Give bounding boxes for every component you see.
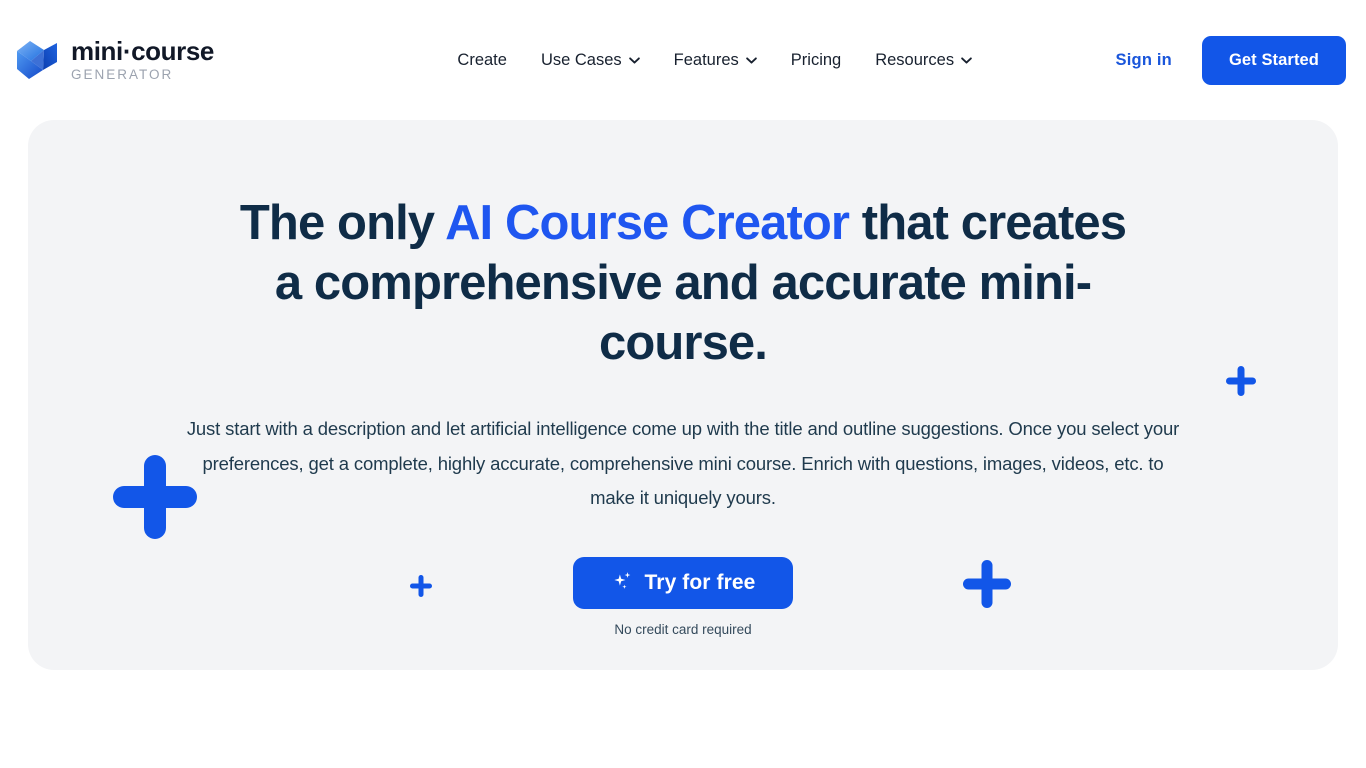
- brand-tagline: GENERATOR: [71, 67, 174, 83]
- page-title-accent: AI Course Creator: [445, 196, 850, 250]
- chevron-down-icon: [961, 56, 972, 64]
- plus-decoration-small-far-right: [1226, 366, 1256, 396]
- sparkle-icon: [613, 572, 630, 589]
- plus-decoration-tiny-bottom-left: [410, 575, 432, 597]
- nav-label: Create: [457, 50, 507, 69]
- nav-label: Use Cases: [540, 50, 622, 69]
- nav-item-create[interactable]: Create: [457, 45, 507, 76]
- sign-in-link[interactable]: Sign in: [1116, 51, 1172, 70]
- nav-item-resources[interactable]: Resources: [875, 45, 972, 76]
- chevron-down-icon: [745, 56, 757, 64]
- brand-name: mini·course: [71, 36, 214, 67]
- hero-subtitle: Just start with a description and let ar…: [186, 418, 1180, 508]
- try-for-free-button[interactable]: Try for free: [573, 556, 793, 609]
- get-started-button[interactable]: Get Started: [1201, 35, 1346, 85]
- hero-section: The only AI Course Creator that creates …: [0, 120, 1366, 670]
- nav-label: Resources: [875, 50, 955, 69]
- page-title-part1: The only: [239, 196, 446, 250]
- page-title: The only AI Course Creator that creates …: [233, 193, 1133, 373]
- plus-decoration-medium-right: [963, 560, 1011, 608]
- minicourse-logo-icon: [14, 38, 60, 82]
- nav-item-features[interactable]: Features: [674, 45, 757, 76]
- site-header: mini·course GENERATOR Create Use Cases F…: [0, 0, 1366, 120]
- hero-cta-block: Try for free No credit card required: [573, 556, 793, 637]
- header-actions: Sign in Get Started: [1116, 35, 1346, 85]
- cta-note: No credit card required: [614, 621, 752, 637]
- chevron-down-icon: [628, 56, 640, 64]
- nav-label: Features: [673, 50, 739, 69]
- try-for-free-label: Try for free: [644, 570, 756, 594]
- nav-item-pricing[interactable]: Pricing: [791, 45, 841, 76]
- hero-card: The only AI Course Creator that creates …: [28, 120, 1338, 670]
- main-navigation: Create Use Cases Features Pricing Resour…: [314, 45, 1116, 76]
- nav-label: Pricing: [790, 50, 842, 69]
- nav-item-use-cases[interactable]: Use Cases: [541, 45, 640, 76]
- brand-logo[interactable]: mini·course GENERATOR: [14, 38, 214, 82]
